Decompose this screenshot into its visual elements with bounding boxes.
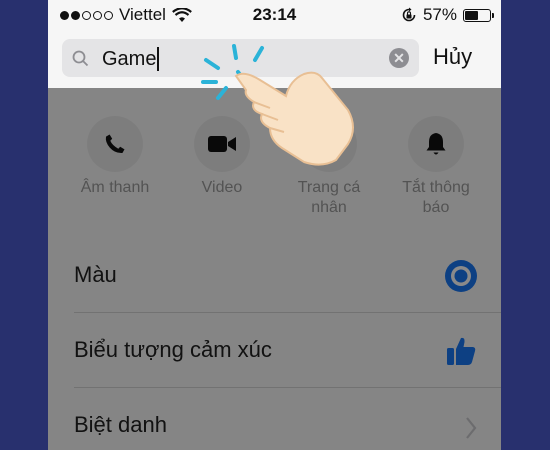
conversation-settings: Âm thanh Video Trang cá nhân Tắt thông b… — [48, 88, 501, 450]
chevron-right-icon — [466, 417, 477, 439]
settings-row-emoji[interactable]: Biểu tượng cảm xúc — [74, 313, 501, 388]
status-right: 57% — [401, 5, 494, 25]
text-caret — [157, 47, 160, 71]
action-label: Âm thanh — [80, 179, 150, 196]
clear-search-button[interactable]: ✕ — [389, 48, 409, 68]
settings-row-color[interactable]: Màu — [74, 238, 501, 313]
action-label: Tắt thông — [402, 179, 470, 196]
action-video-call[interactable]: Video — [167, 116, 277, 198]
action-mute-notifications[interactable]: Tắt thông báo — [381, 116, 491, 218]
battery-percent: 57% — [422, 5, 457, 24]
search-icon — [72, 50, 89, 67]
action-profile[interactable]: Trang cá nhân — [274, 116, 384, 218]
color-dot-icon — [445, 260, 477, 292]
search-query: Game — [102, 47, 157, 70]
video-camera-icon — [194, 116, 250, 172]
action-label-2: báo — [422, 199, 450, 216]
settings-row-label: Màu — [74, 262, 117, 287]
search-input-value[interactable]: Game — [102, 47, 160, 71]
settings-list: Màu Biểu tượng cảm xúc Biệt danh — [48, 238, 501, 450]
orientation-lock-icon — [402, 7, 416, 22]
search-input[interactable]: Game ✕ — [62, 39, 419, 77]
profile-icon — [301, 116, 357, 172]
settings-row-label: Biểu tượng cảm xúc — [74, 337, 272, 362]
battery-icon — [463, 8, 494, 22]
thumbs-up-icon — [447, 337, 476, 365]
action-audio-call[interactable]: Âm thanh — [60, 116, 170, 198]
bell-icon — [408, 116, 464, 172]
phone-icon — [87, 116, 143, 172]
action-label: Video — [201, 179, 243, 196]
settings-row-label: Biệt danh — [74, 412, 167, 437]
search-bar: Game ✕ Hủy — [48, 30, 501, 88]
battery-fill — [465, 10, 478, 20]
cancel-button[interactable]: Hủy — [433, 44, 472, 70]
action-label: Trang cá — [297, 179, 361, 196]
status-bar: Viettel 23:14 57% — [48, 0, 501, 30]
action-label-2: nhân — [311, 199, 347, 216]
quick-actions: Âm thanh Video Trang cá nhân Tắt thông b… — [48, 116, 501, 226]
settings-row-nickname[interactable]: Biệt danh — [74, 388, 501, 450]
phone-screen: Viettel 23:14 57% Game ✕ Hủy Âm thanh Vi… — [48, 0, 501, 450]
